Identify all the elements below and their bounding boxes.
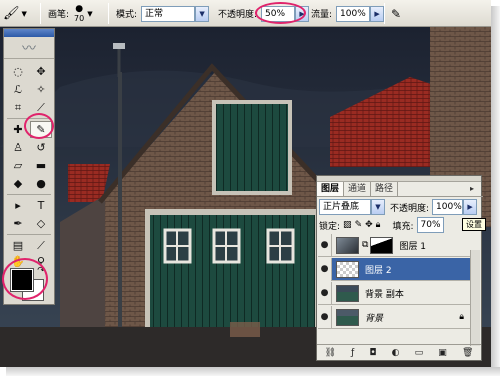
lock-all-icon[interactable]: 🔒︎ [376, 220, 381, 230]
chevron-down-icon: ▼ [87, 9, 93, 18]
separator [7, 194, 51, 195]
blur-tool-icon[interactable]: ◆ [7, 175, 29, 192]
layer-row-selected[interactable]: ● 图层 2 [318, 257, 470, 281]
layer-thumbnail [336, 236, 359, 254]
eye-icon[interactable]: ● [318, 281, 332, 305]
layer-thumbnail [336, 284, 359, 302]
lock-position-icon[interactable]: ✥ [365, 220, 373, 230]
layers-panel-tabs: 图层 通道 路径 [317, 182, 483, 197]
triangle-right-icon[interactable]: ▶ [463, 199, 478, 215]
separator [40, 3, 41, 24]
layer-name: 背景 副本 [365, 289, 404, 300]
layer-thumbnail [336, 308, 359, 326]
toolbox-titlebar[interactable] [4, 29, 54, 37]
eraser-tool-icon[interactable]: ▱ [7, 157, 29, 174]
flow-control: 流量: 100% ▶ [311, 0, 385, 27]
link-layers-icon[interactable]: ⛓ [325, 348, 336, 358]
lock-label: 锁定: [319, 221, 341, 232]
path-selection-tool-icon[interactable]: ▸ [7, 197, 29, 214]
feather-logo-icon: 〰 [4, 37, 54, 59]
adjustment-layer-icon[interactable]: ◐ [392, 348, 400, 358]
lock-icon: 🔒︎ [459, 312, 464, 322]
gradient-tool-icon[interactable]: ▬ [30, 157, 52, 174]
lock-fill-row: 锁定: ▨ ✎ ✥ 🔒︎ 填充: 70% [319, 217, 444, 233]
brush-tool-highlight-circle [24, 113, 54, 139]
magic-wand-tool-icon[interactable]: ✧ [30, 81, 52, 98]
chevron-down-icon[interactable]: ▼ [371, 199, 385, 215]
new-group-icon[interactable]: ▭ [415, 348, 424, 358]
eye-icon[interactable]: ● [318, 305, 332, 329]
chevron-down-icon[interactable]: ▼ [195, 5, 210, 22]
lock-image-icon[interactable]: ✎ [355, 220, 363, 230]
layer-row[interactable]: ● 背景 副本 [318, 281, 470, 305]
opacity-label: 不透明度: [218, 10, 258, 20]
separator [7, 234, 51, 235]
blend-opacity-row: 正片叠底 ▼ 不透明度: 100% ▶ [319, 199, 478, 215]
brush-label: 画笔: [48, 10, 70, 20]
frame-shadow-bottom [6, 367, 500, 376]
layer-row[interactable]: ● ⧉ 图层 1 [318, 233, 470, 257]
chevron-down-icon: ▼ [21, 9, 27, 18]
pen-tool-icon[interactable]: ✒ [7, 215, 29, 232]
opacity-highlight-circle [255, 2, 306, 24]
tooltip: 设置 [462, 218, 486, 231]
layer-thumbnail [336, 260, 359, 278]
frame-shadow-right [491, 6, 500, 371]
tab-paths[interactable]: 路径 [371, 182, 399, 196]
fill-input[interactable]: 70% [416, 217, 444, 233]
airbrush-toggle[interactable]: ✎ [391, 0, 401, 27]
options-bar: 🖌 ▼ 画笔: ● 70 ▼ 模式: 正常 ▼ 不透明度: 50% ▶ 流量: … [0, 0, 491, 27]
crop-tool-icon[interactable]: ⌗ [7, 99, 29, 116]
layer-style-icon[interactable]: ƒ [351, 348, 354, 358]
brush-size: 70 [74, 13, 85, 23]
layer-mask-thumbnail[interactable] [370, 236, 394, 254]
lasso-tool-icon[interactable]: ℒ [7, 81, 29, 98]
eyedropper-tool-icon[interactable]: ⟋ [30, 237, 52, 254]
flow-label: 流量: [311, 10, 333, 20]
link-icon: ⧉ [362, 240, 369, 250]
eye-icon[interactable]: ● [318, 257, 332, 281]
clone-stamp-tool-icon[interactable]: ♙ [7, 139, 29, 156]
notes-tool-icon[interactable]: ▤ [7, 237, 29, 254]
flow-input[interactable]: 100% [336, 5, 371, 22]
brush-dot-icon: ● [75, 3, 84, 14]
eye-icon[interactable]: ● [318, 233, 332, 257]
mode-select[interactable]: 正常 [141, 5, 196, 22]
shape-tool-icon[interactable]: ◇ [30, 215, 52, 232]
brush-icon: 🖌 [3, 6, 20, 21]
separator [384, 3, 385, 24]
layers-panel-footer: ⛓ ƒ ◘ ◐ ▭ ▣ 🗑︎ [317, 344, 481, 360]
panel-menu-icon[interactable]: ▸ [466, 184, 478, 194]
tool-preset-picker[interactable]: 🖌 ▼ [3, 0, 27, 27]
color-swatch-highlight-circle [2, 258, 48, 300]
mode-control: 模式: 正常 ▼ [116, 0, 210, 27]
new-layer-icon[interactable]: ▣ [438, 348, 447, 358]
layer-name: 背景 [365, 313, 384, 324]
layer-opacity-input[interactable]: 100% [432, 199, 464, 215]
tab-layers[interactable]: 图层 [317, 182, 345, 196]
tab-channels[interactable]: 通道 [344, 182, 372, 196]
add-mask-icon[interactable]: ◘ [369, 348, 376, 358]
layer-name: 图层 2 [365, 265, 392, 276]
move-tool-icon[interactable]: ✥ [30, 63, 52, 80]
layer-name: 图层 1 [399, 241, 427, 252]
triangle-right-icon[interactable]: ▶ [370, 5, 385, 22]
fill-label: 填充: [392, 221, 414, 232]
lock-transparency-icon[interactable]: ▨ [343, 220, 352, 230]
layers-scrollbar[interactable] [470, 250, 480, 346]
layers-panel: 图层 通道 路径 ▸ 正片叠底 ▼ 不透明度: 100% ▶ 锁定: ▨ ✎ ✥… [316, 175, 483, 361]
history-brush-tool-icon[interactable]: ↺ [30, 139, 52, 156]
layer-opacity-label: 不透明度: [390, 203, 430, 214]
marquee-tool-icon[interactable]: ◌ [7, 63, 29, 80]
trash-icon[interactable]: 🗑︎ [462, 348, 473, 358]
separator [108, 3, 109, 24]
blend-mode-select[interactable]: 正片叠底 [319, 199, 371, 215]
airbrush-icon: ✎ [391, 6, 402, 21]
dodge-tool-icon[interactable]: ● [30, 175, 52, 192]
layer-row[interactable]: ● 背景 🔒︎ [318, 305, 470, 329]
type-tool-icon[interactable]: T [30, 197, 52, 214]
mode-label: 模式: [116, 10, 138, 20]
brush-picker[interactable]: 画笔: ● 70 ▼ [48, 0, 93, 27]
